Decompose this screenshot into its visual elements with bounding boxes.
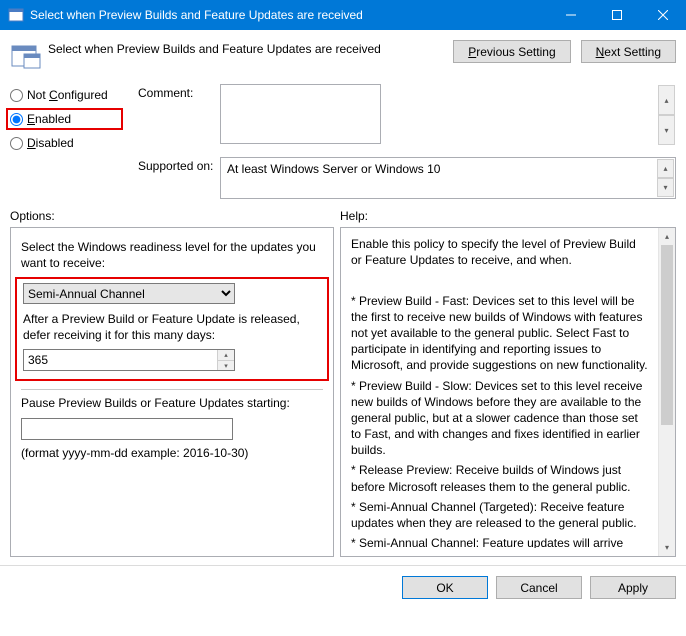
defer-days-input[interactable] — [24, 350, 214, 370]
previous-setting-button[interactable]: Previous Setting — [453, 40, 570, 63]
options-section-label: Options: — [10, 209, 340, 223]
apply-button[interactable]: Apply — [590, 576, 676, 599]
titlebar: Select when Preview Builds and Feature U… — [0, 0, 686, 30]
next-setting-button[interactable]: Next Setting — [581, 40, 676, 63]
policy-icon — [10, 40, 42, 72]
window-icon — [8, 7, 24, 23]
supported-scroll-down[interactable]: ▾ — [657, 178, 674, 197]
supported-on-value: At least Windows Server or Windows 10 ▴ … — [220, 157, 676, 199]
header-text: Select when Preview Builds and Feature U… — [48, 40, 453, 56]
minimize-button[interactable] — [548, 0, 594, 30]
defer-spin-down[interactable]: ▾ — [217, 361, 234, 371]
maximize-button[interactable] — [594, 0, 640, 30]
close-button[interactable] — [640, 0, 686, 30]
defer-text: After a Preview Build or Feature Update … — [23, 312, 321, 343]
window-title: Select when Preview Builds and Feature U… — [30, 8, 548, 22]
help-panel: Enable this policy to specify the level … — [340, 227, 676, 557]
ok-button[interactable]: OK — [402, 576, 488, 599]
radio-disabled[interactable]: Disabled — [10, 136, 138, 150]
radio-enabled[interactable]: Enabled — [10, 112, 71, 126]
supported-label: Supported on: — [138, 157, 220, 199]
comment-label: Comment: — [138, 84, 220, 147]
help-section-label: Help: — [340, 209, 368, 223]
date-format-hint: (format yyyy-mm-dd example: 2016-10-30) — [21, 446, 323, 462]
help-text: Enable this policy to specify the level … — [351, 236, 665, 548]
comment-scroll-down[interactable]: ▾ — [658, 115, 675, 145]
comment-textarea[interactable] — [220, 84, 381, 144]
cancel-button[interactable]: Cancel — [496, 576, 582, 599]
readiness-intro: Select the Windows readiness level for t… — [21, 240, 323, 271]
enabled-highlight: Enabled — [6, 108, 123, 130]
radio-not-configured[interactable]: Not Configured — [10, 88, 138, 102]
pause-label: Pause Preview Builds or Feature Updates … — [21, 396, 323, 412]
pause-date-input[interactable] — [21, 418, 233, 440]
help-scroll-thumb[interactable] — [661, 245, 673, 425]
supported-scroll-up[interactable]: ▴ — [657, 159, 674, 178]
comment-scroll-up[interactable]: ▴ — [658, 85, 675, 115]
defer-spin-up[interactable]: ▴ — [217, 350, 234, 361]
help-scroll-up[interactable]: ▴ — [659, 228, 675, 245]
readiness-level-select[interactable]: Semi-Annual Channel — [23, 283, 235, 304]
options-highlight: Semi-Annual Channel After a Preview Buil… — [15, 277, 329, 381]
help-scroll-down[interactable]: ▾ — [659, 539, 675, 556]
options-panel: Select the Windows readiness level for t… — [10, 227, 334, 557]
